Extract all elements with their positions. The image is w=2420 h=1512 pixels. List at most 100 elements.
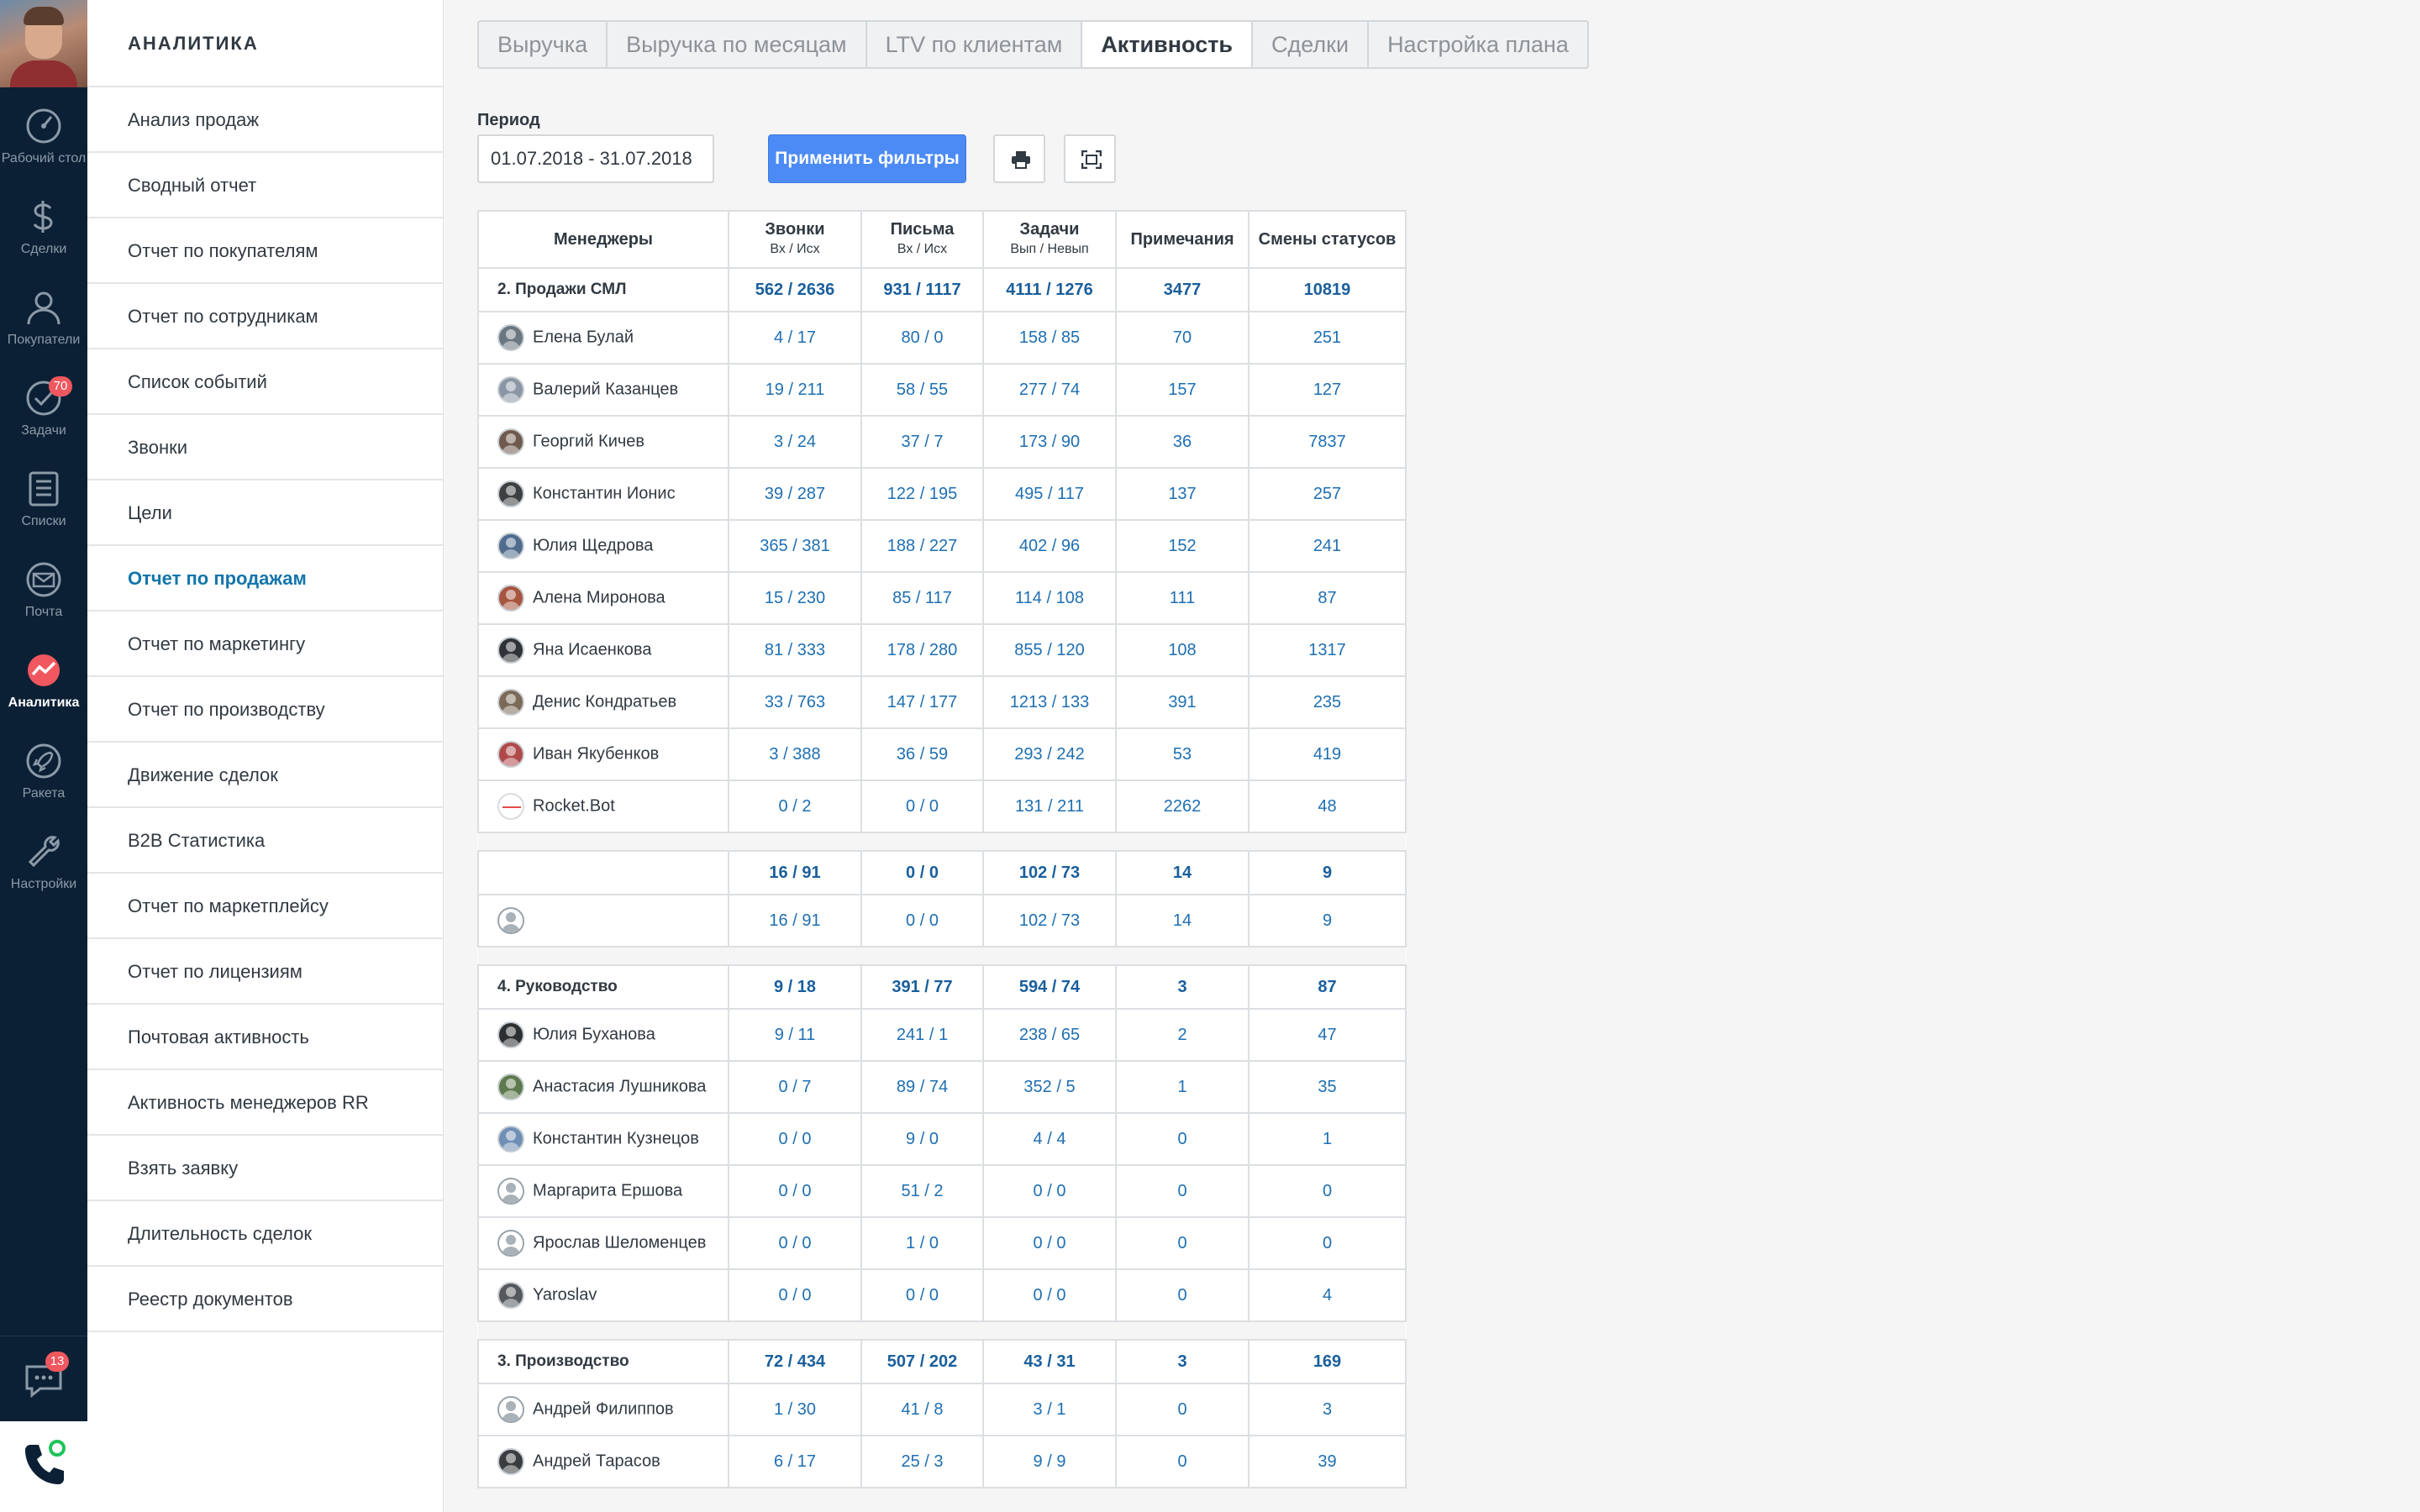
metric-cell[interactable]: 36 (1115, 415, 1249, 469)
submenu-item[interactable]: B2B Статистика (87, 808, 443, 874)
nav-item-desk[interactable]: Рабочий стол (0, 94, 87, 181)
metric-cell[interactable]: 1 (1115, 1060, 1249, 1114)
tab-5[interactable]: Настройка плана (1369, 22, 1587, 67)
submenu-item[interactable]: Цели (87, 480, 443, 546)
metric-cell[interactable]: 58 / 55 (860, 363, 984, 417)
nav-item-analytics[interactable]: Аналитика (0, 638, 87, 726)
submenu-item[interactable]: Список событий (87, 349, 443, 415)
metric-cell[interactable]: 14 (1115, 894, 1249, 948)
manager-cell[interactable]: Яна Исаенкова (477, 623, 729, 677)
metric-cell[interactable]: 391 (1115, 675, 1249, 729)
metric-cell[interactable]: 4 / 17 (728, 311, 862, 365)
metric-cell[interactable]: 25 / 3 (860, 1435, 984, 1488)
submenu-item[interactable]: Отчет по маркетплейсу (87, 874, 443, 939)
metric-cell[interactable]: 0 / 0 (982, 1268, 1117, 1322)
metric-cell[interactable]: 0 / 0 (728, 1164, 862, 1218)
group-total-cell[interactable]: 72 / 434 (728, 1339, 862, 1384)
metric-cell[interactable]: 39 / 287 (728, 467, 862, 521)
group-total-cell[interactable]: 0 / 0 (860, 850, 984, 895)
group-total-cell[interactable]: 4111 / 1276 (982, 267, 1117, 312)
metric-cell[interactable]: 36 / 59 (860, 727, 984, 781)
metric-cell[interactable]: 0 / 0 (982, 1216, 1117, 1270)
submenu-item[interactable]: Отчет по лицензиям (87, 939, 443, 1005)
chat-button[interactable]: 13 (0, 1336, 87, 1421)
metric-cell[interactable]: 277 / 74 (982, 363, 1117, 417)
col-letters[interactable]: Письма Вх / Исх (860, 210, 984, 269)
group-name[interactable]: 3. Производство (477, 1339, 729, 1384)
apply-filters-button[interactable]: Применить фильтры (768, 134, 966, 183)
group-total-cell[interactable]: 931 / 1117 (860, 267, 984, 312)
metric-cell[interactable]: 16 / 91 (728, 894, 862, 948)
group-name[interactable]: 2. Продажи СМЛ (477, 267, 729, 312)
manager-cell[interactable]: Алена Миронова (477, 571, 729, 625)
group-total-cell[interactable]: 9 / 18 (728, 964, 862, 1010)
user-avatar[interactable] (0, 0, 87, 87)
metric-cell[interactable]: 2262 (1115, 780, 1249, 833)
metric-cell[interactable]: 39 (1248, 1435, 1407, 1488)
manager-cell[interactable]: Юлия Щедрова (477, 519, 729, 573)
metric-cell[interactable]: 158 / 85 (982, 311, 1117, 365)
metric-cell[interactable]: 47 (1248, 1008, 1407, 1062)
tab-4[interactable]: Сделки (1253, 22, 1370, 67)
submenu-item[interactable]: Движение сделок (87, 743, 443, 808)
metric-cell[interactable]: 3 (1248, 1383, 1407, 1436)
tab-0[interactable]: Выручка (479, 22, 608, 67)
metric-cell[interactable]: 0 / 0 (728, 1268, 862, 1322)
manager-cell[interactable]: Маргарита Ершова (477, 1164, 729, 1218)
metric-cell[interactable]: 0 (1115, 1383, 1249, 1436)
metric-cell[interactable]: 9 / 11 (728, 1008, 862, 1062)
group-total-cell[interactable]: 9 (1248, 850, 1407, 895)
nav-item-tasks[interactable]: Задачи 70 (0, 366, 87, 454)
metric-cell[interactable]: 3 / 24 (728, 415, 862, 469)
metric-cell[interactable]: 173 / 90 (982, 415, 1117, 469)
manager-cell[interactable]: Rocket.Bot (477, 780, 729, 833)
manager-cell[interactable]: Денис Кондратьев (477, 675, 729, 729)
submenu-item[interactable]: Длительность сделок (87, 1201, 443, 1267)
metric-cell[interactable]: 1213 / 133 (982, 675, 1117, 729)
metric-cell[interactable]: 102 / 73 (982, 894, 1117, 948)
metric-cell[interactable]: 80 / 0 (860, 311, 984, 365)
group-total-cell[interactable]: 391 / 77 (860, 964, 984, 1010)
metric-cell[interactable]: 0 (1115, 1435, 1249, 1488)
metric-cell[interactable]: 81 / 333 (728, 623, 862, 677)
metric-cell[interactable]: 0 / 7 (728, 1060, 862, 1114)
metric-cell[interactable]: 0 / 0 (860, 1268, 984, 1322)
manager-cell[interactable]: Валерий Казанцев (477, 363, 729, 417)
submenu-item[interactable]: Отчет по производству (87, 677, 443, 743)
metric-cell[interactable]: 241 (1248, 519, 1407, 573)
metric-cell[interactable]: 419 (1248, 727, 1407, 781)
metric-cell[interactable]: 15 / 230 (728, 571, 862, 625)
submenu-item[interactable]: Активность менеджеров RR (87, 1070, 443, 1136)
tab-3[interactable]: Активность (1082, 22, 1254, 67)
group-name[interactable] (477, 850, 729, 895)
metric-cell[interactable]: 147 / 177 (860, 675, 984, 729)
metric-cell[interactable]: 1 (1248, 1112, 1407, 1166)
group-total-cell[interactable]: 102 / 73 (982, 850, 1117, 895)
metric-cell[interactable]: 293 / 242 (982, 727, 1117, 781)
metric-cell[interactable]: 6 / 17 (728, 1435, 862, 1488)
metric-cell[interactable]: 48 (1248, 780, 1407, 833)
metric-cell[interactable]: 35 (1248, 1060, 1407, 1114)
metric-cell[interactable]: 114 / 108 (982, 571, 1117, 625)
submenu-item[interactable]: Анализ продаж (87, 87, 443, 153)
metric-cell[interactable]: 1 / 30 (728, 1383, 862, 1436)
fullscreen-button[interactable] (1064, 134, 1116, 183)
manager-cell[interactable]: Елена Булай (477, 311, 729, 365)
group-total-cell[interactable]: 43 / 31 (982, 1339, 1117, 1384)
metric-cell[interactable]: 0 / 2 (728, 780, 862, 833)
period-input[interactable] (477, 134, 714, 183)
metric-cell[interactable]: 131 / 211 (982, 780, 1117, 833)
nav-item-mail[interactable]: Почта (0, 548, 87, 635)
metric-cell[interactable]: 855 / 120 (982, 623, 1117, 677)
metric-cell[interactable]: 89 / 74 (860, 1060, 984, 1114)
tab-2[interactable]: LTV по клиентам (867, 22, 1083, 67)
manager-cell[interactable]: Ярослав Шеломенцев (477, 1216, 729, 1270)
metric-cell[interactable]: 495 / 117 (982, 467, 1117, 521)
metric-cell[interactable]: 127 (1248, 363, 1407, 417)
metric-cell[interactable]: 137 (1115, 467, 1249, 521)
metric-cell[interactable]: 1317 (1248, 623, 1407, 677)
metric-cell[interactable]: 152 (1115, 519, 1249, 573)
metric-cell[interactable]: 188 / 227 (860, 519, 984, 573)
manager-cell[interactable]: Анастасия Лушникова (477, 1060, 729, 1114)
manager-cell[interactable]: Иван Якубенков (477, 727, 729, 781)
